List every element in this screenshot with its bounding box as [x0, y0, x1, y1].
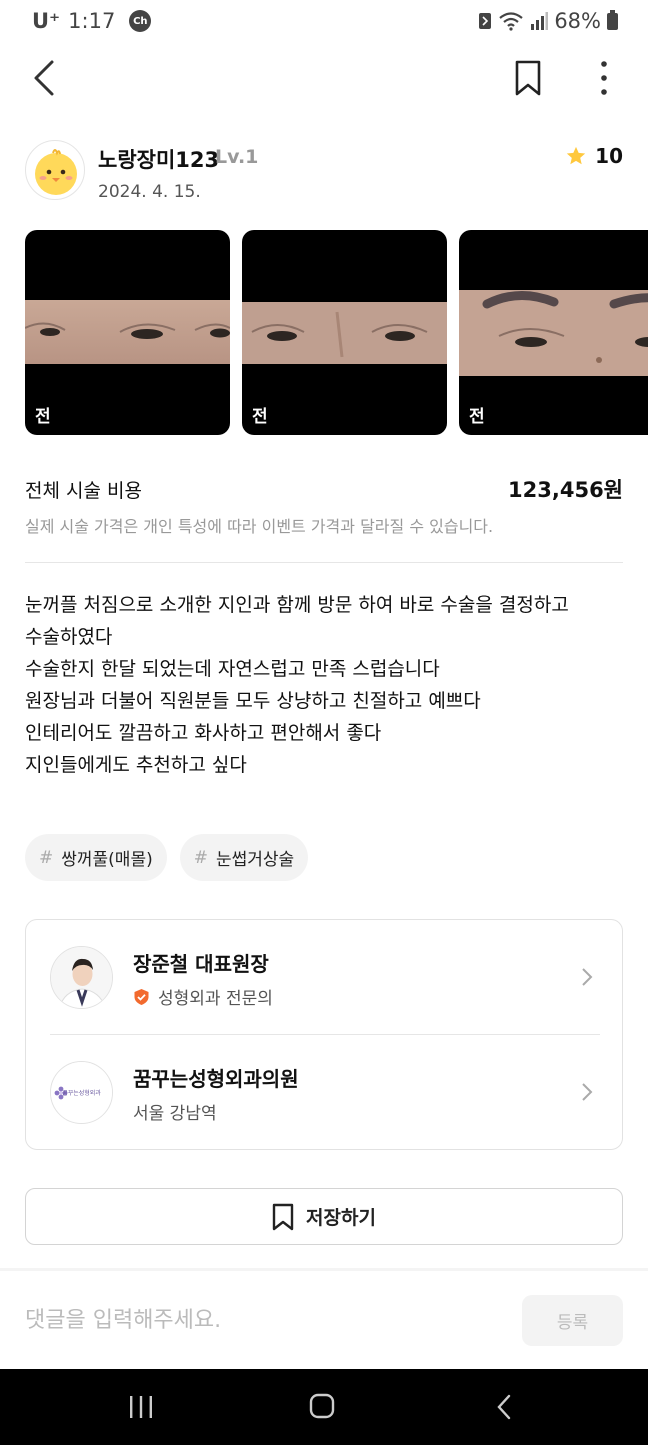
clinic-logo-text: 꿈꾸는성형외과 [62, 1090, 101, 1097]
nfc-icon [479, 13, 492, 29]
tag-chip[interactable]: # 눈썹거상술 [179, 834, 309, 881]
clinic-row[interactable]: 꿈꾸는성형외과 꿈꾸는성형외과의원 서울 강남역 [26, 1035, 622, 1150]
clock: 1:17 [68, 9, 116, 33]
total-cost-label: 전체 시술 비용 [25, 480, 142, 502]
more-vertical-icon [601, 61, 607, 95]
more-options-button[interactable] [584, 58, 624, 98]
divider [25, 562, 623, 563]
tag-label: 쌍꺼풀(매몰) [61, 850, 153, 870]
clinic-name: 꿈꾸는성형외과의원 [133, 1067, 299, 1091]
eye-photo-image [242, 302, 447, 364]
review-line: 수술하였다 [25, 626, 113, 648]
hash-icon: # [39, 847, 54, 868]
user-level: Lv.1 [215, 146, 259, 168]
battery-icon [607, 9, 618, 30]
photo-thumbnail[interactable]: 전 [459, 230, 648, 435]
save-button[interactable]: 저장하기 [25, 1188, 623, 1245]
post-date: 2024. 4. 15. [98, 182, 201, 202]
review-line: 수술한지 한달 되었는데 자연스럽고 만족 스럽습니다 [25, 658, 440, 680]
status-bar: U⁺ 1:17 Ch 68% [0, 0, 648, 46]
bookmark-icon [515, 60, 541, 96]
eye-photo-image [25, 300, 230, 364]
tag-chip[interactable]: # 쌍꺼풀(매몰) [25, 834, 167, 881]
doctor-clinic-card: 장준철 대표원장 성형외과 전문의 꿈꾸는성형외과 꿈꾸는성형외과의원 서울 강… [25, 919, 623, 1150]
photo-tag-before: 전 [469, 407, 485, 427]
photo-tag-before: 전 [252, 407, 268, 427]
recent-apps-icon[interactable] [128, 1395, 154, 1419]
home-icon[interactable] [309, 1393, 335, 1419]
status-right: 68% [478, 9, 618, 33]
doctor-portrait-icon [51, 947, 112, 1008]
app-bar [0, 46, 648, 110]
wifi-icon [499, 12, 524, 31]
photo-carousel[interactable]: 전 전 전 [25, 230, 648, 435]
total-cost-value: 123,456원 [508, 478, 623, 502]
photo-thumbnail[interactable]: 전 [242, 230, 447, 435]
notification-badge-icon: Ch [129, 10, 152, 32]
doctor-specialty: 성형외과 전문의 [158, 989, 273, 1009]
avatar[interactable] [25, 140, 85, 200]
verified-badge-icon [134, 988, 149, 1005]
review-body: 눈꺼플 처짐으로 소개한 지인과 함께 방문 하여 바로 수술을 결정하고 수술… [25, 589, 625, 781]
rating-value: 10 [595, 144, 623, 168]
photo-tag-before: 전 [35, 407, 51, 427]
system-back-icon[interactable] [494, 1393, 514, 1421]
submit-label: 등록 [556, 1313, 589, 1333]
doctor-specialty-line: 성형외과 전문의 [133, 984, 273, 1009]
eye-photo-image [459, 290, 648, 376]
review-line: 인테리어도 깔끔하고 화사하고 편안해서 좋다 [25, 722, 382, 744]
author-profile: 노랑장미123 Lv.1 2024. 4. 15. 10 [25, 140, 623, 204]
cost-disclaimer: 실제 시술 가격은 개인 특성에 따라 이벤트 가격과 달라질 수 있습니다. [25, 517, 494, 536]
battery-percent: 68% [554, 9, 601, 33]
procedure-tags: # 쌍꺼풀(매몰) # 눈썹거상술 [25, 834, 309, 881]
clinic-logo: 꿈꾸는성형외과 [50, 1061, 113, 1124]
tag-label: 눈썹거상술 [215, 850, 295, 870]
doctor-avatar [50, 946, 113, 1009]
chevron-right-icon [582, 1083, 593, 1101]
bookmark-icon [272, 1203, 294, 1230]
back-button[interactable] [26, 56, 66, 100]
doctor-name: 장준철 대표원장 [133, 952, 269, 976]
photo-thumbnail[interactable]: 전 [25, 230, 230, 435]
review-line: 눈꺼플 처짐으로 소개한 지인과 함께 방문 하여 바로 수술을 결정하고 [25, 594, 569, 616]
review-line: 원장님과 더불어 직원분들 모두 상냥하고 친절하고 예쁘다 [25, 690, 481, 712]
comment-separator [0, 1268, 648, 1271]
comment-input[interactable] [25, 1300, 495, 1340]
chevron-right-icon [582, 968, 593, 986]
chick-avatar-icon [35, 149, 77, 195]
back-arrow-icon [34, 60, 54, 96]
status-left: U⁺ 1:17 Ch [32, 9, 152, 33]
rating: 10 [565, 144, 623, 168]
doctor-row[interactable]: 장준철 대표원장 성형외과 전문의 [26, 920, 622, 1035]
review-line: 지인들에게도 추천하고 싶다 [25, 754, 247, 776]
clinic-location-line: 서울 강남역 [133, 1099, 217, 1124]
save-button-label: 저장하기 [306, 1207, 376, 1229]
carrier-label: U⁺ [32, 9, 61, 33]
star-icon [566, 146, 586, 165]
username[interactable]: 노랑장미123 [98, 144, 219, 174]
system-navigation-bar [0, 1369, 648, 1445]
signal-icon [531, 12, 549, 30]
bookmark-button[interactable] [508, 58, 548, 98]
hash-icon: # [193, 847, 208, 868]
clinic-location: 서울 강남역 [133, 1104, 217, 1124]
submit-comment-button[interactable]: 등록 [522, 1295, 623, 1346]
